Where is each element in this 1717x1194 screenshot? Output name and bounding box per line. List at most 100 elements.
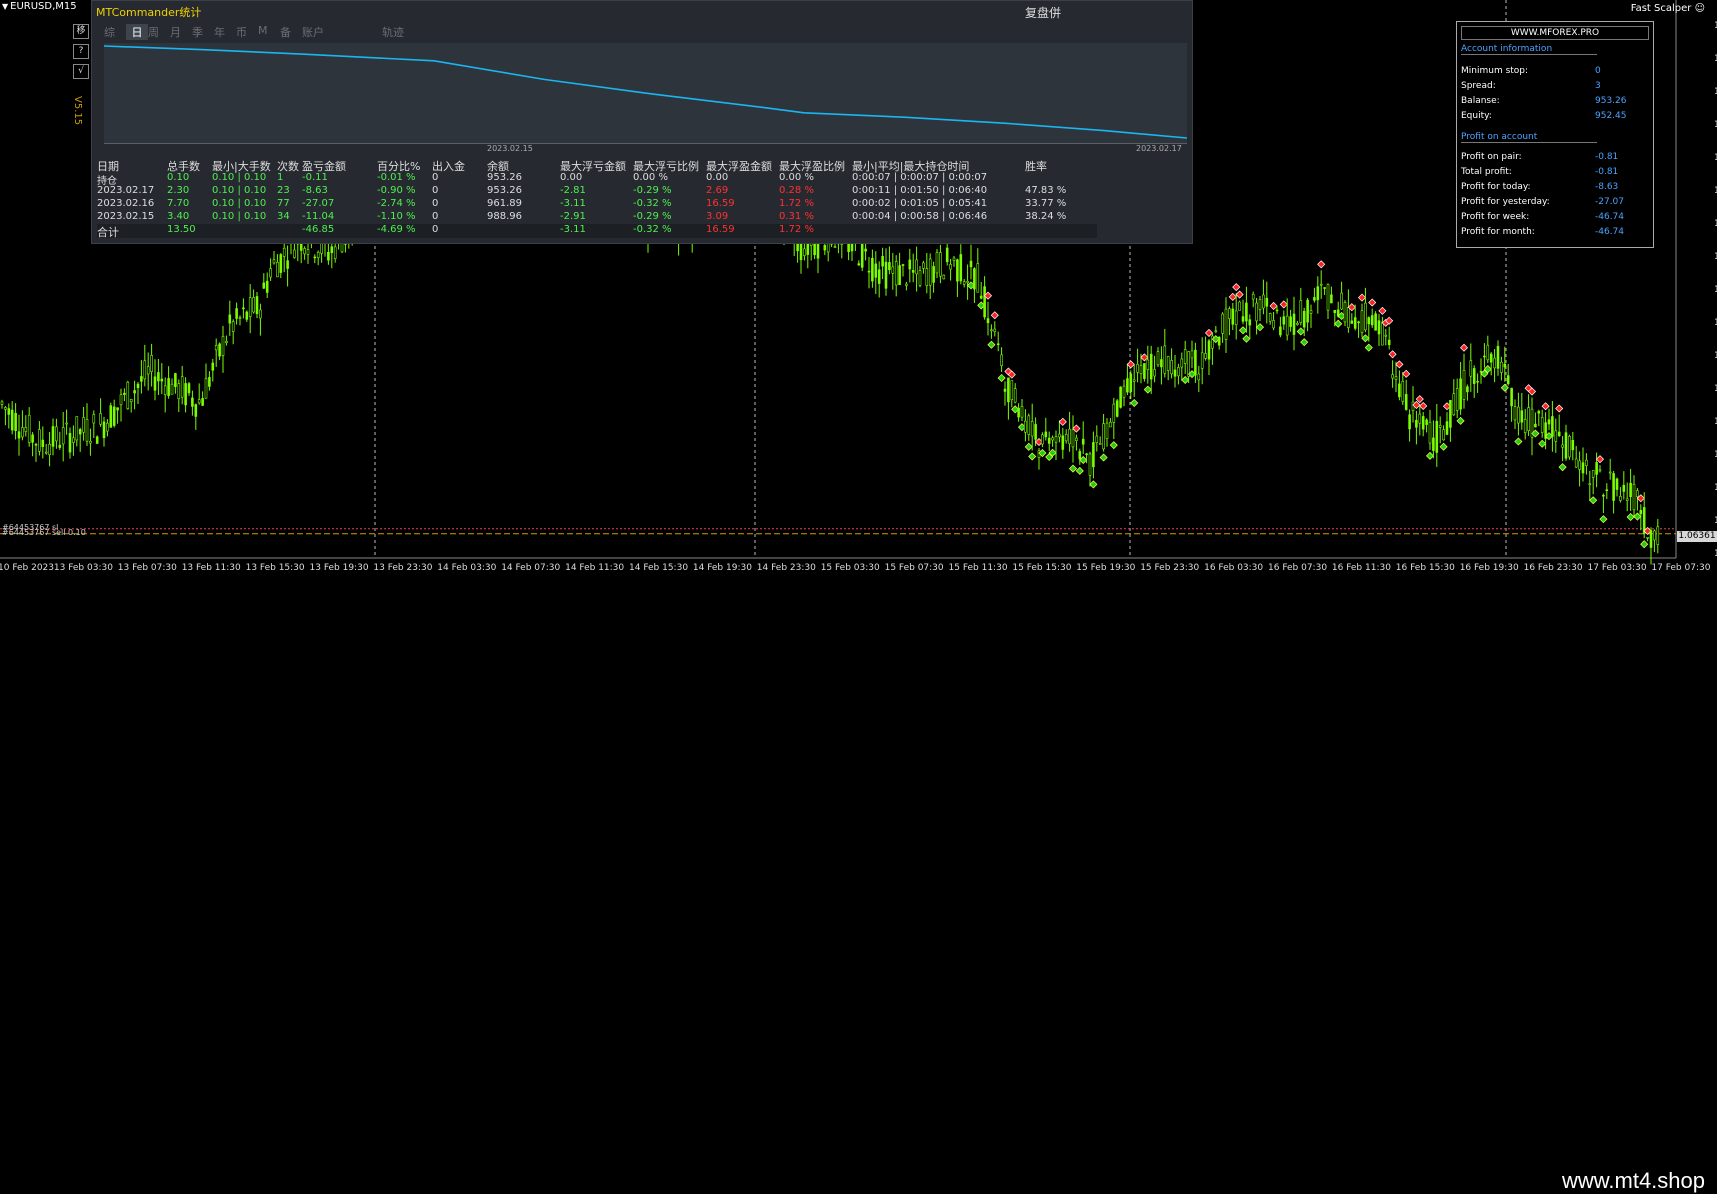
sell-arrow-marker xyxy=(1402,369,1411,378)
candle xyxy=(99,398,102,427)
candle xyxy=(269,258,272,281)
stats-cell: 0:00:02 | 0:01:05 | 0:05:41 xyxy=(852,198,988,209)
version-label: V5.15 xyxy=(72,96,83,126)
buy-arrow-marker xyxy=(1238,326,1248,335)
profit-value: -46.74 xyxy=(1595,212,1625,222)
sell-arrow-marker xyxy=(1357,293,1367,302)
stats-cell: 0.00 % xyxy=(779,172,814,183)
stats-cell: 47.83 % xyxy=(1025,185,1067,196)
candle xyxy=(925,252,929,294)
stats-cell: 988.96 xyxy=(487,211,522,222)
candle xyxy=(1574,446,1578,469)
profit-value: -8.63 xyxy=(1595,182,1619,192)
candle xyxy=(1326,283,1330,319)
move-button[interactable]: 移 xyxy=(73,24,89,39)
tab-10[interactable]: 轨迹 xyxy=(382,24,404,40)
dropdown-triangle-icon[interactable]: ▼ xyxy=(2,2,8,11)
profit-key: Total profit: xyxy=(1461,167,1512,177)
time-tick: 16 Feb 07:30 xyxy=(1268,563,1328,573)
replay-button[interactable]: 复盘併 xyxy=(1025,4,1061,21)
candle xyxy=(1296,320,1299,326)
candle xyxy=(1496,340,1500,376)
candle xyxy=(1568,434,1571,460)
equity-line xyxy=(103,45,1188,139)
stats-row: 2023.02.17 2.30 0.10 | 0.10 23 -8.63 -0.90 % 0… xyxy=(97,185,1097,199)
candle xyxy=(891,252,895,290)
buy-arrow-marker xyxy=(1255,323,1265,332)
symbol-label: ▼ EURUSD,M15 xyxy=(2,1,77,12)
time-tick: 16 Feb 23:30 xyxy=(1523,563,1583,573)
profit-row: Profit for week: -46.74 xyxy=(1461,212,1647,224)
buy-arrow-marker xyxy=(1028,452,1037,461)
stats-cell: 2023.02.15 xyxy=(97,211,155,222)
tab-8[interactable]: 备 xyxy=(280,24,302,40)
stats-cell: -27.07 xyxy=(302,198,335,209)
sell-arrow-marker xyxy=(1279,300,1288,309)
candle xyxy=(58,431,62,450)
candle xyxy=(1605,483,1609,500)
candle xyxy=(174,372,177,394)
buy-arrow-marker xyxy=(1075,466,1084,475)
stats-cell: 2023.02.17 xyxy=(97,185,155,196)
candle xyxy=(1255,297,1258,335)
candle xyxy=(1374,311,1377,331)
ea-name-label: Fast Scalper ☺ xyxy=(1631,3,1705,14)
profit-row: Profit for yesterday: -27.07 xyxy=(1461,197,1647,209)
candle xyxy=(10,401,14,435)
candle xyxy=(918,265,922,288)
candle xyxy=(92,410,96,439)
profit-row: Profit for today: -8.63 xyxy=(1461,182,1647,194)
time-tick: 14 Feb 11:30 xyxy=(565,563,625,573)
candle xyxy=(996,331,1000,352)
stats-cell: -0.01 % xyxy=(377,172,416,183)
tab-6[interactable]: 币 xyxy=(236,24,258,40)
candle xyxy=(153,359,157,401)
candle xyxy=(1330,286,1333,304)
candle xyxy=(78,427,82,452)
candle xyxy=(1265,281,1269,324)
candle xyxy=(221,325,225,373)
tab-7[interactable]: M xyxy=(258,24,280,40)
time-tick: 15 Feb 11:30 xyxy=(948,563,1008,573)
tab-3[interactable]: 月 xyxy=(170,24,192,40)
candle xyxy=(871,249,874,288)
mtcommander-panel[interactable]: MTCommander统计 复盘併 综日周月季年币 M 备账户 轨迹 2023.02.… xyxy=(91,0,1193,244)
candle xyxy=(1058,420,1061,443)
candle xyxy=(1589,470,1598,505)
candle xyxy=(306,240,310,264)
time-tick: 17 Feb 03:30 xyxy=(1587,563,1647,573)
tab-9[interactable]: 账户 xyxy=(302,24,382,40)
buy-arrow-marker xyxy=(1296,327,1305,336)
tab-4[interactable]: 季 xyxy=(192,24,214,40)
candle xyxy=(51,418,55,456)
tab-0[interactable]: 综 xyxy=(104,24,126,40)
candle xyxy=(1177,363,1180,385)
candle xyxy=(956,258,959,298)
candle xyxy=(860,240,864,272)
candle xyxy=(983,276,986,320)
stats-row: 合计 13.50 -46.85 -4.69 % 0 -3.11 -0.32 % 16.59 1.… xyxy=(97,224,1097,239)
tab-1[interactable]: 日 xyxy=(126,24,148,40)
stats-cell: -0.32 % xyxy=(633,198,672,209)
candle xyxy=(1003,381,1007,406)
time-tick: 14 Feb 03:30 xyxy=(437,563,497,573)
profit-value: -0.81 xyxy=(1595,152,1619,162)
candle xyxy=(133,380,136,410)
confirm-button[interactable]: √ xyxy=(73,64,89,79)
candle xyxy=(1309,304,1313,328)
stats-cell: -8.63 xyxy=(302,185,328,196)
candle xyxy=(959,244,963,285)
candle xyxy=(48,432,51,467)
candle xyxy=(1098,436,1102,445)
time-tick: 13 Feb 15:30 xyxy=(245,563,305,573)
buy-arrow-marker xyxy=(1068,464,1078,473)
tab-5[interactable]: 年 xyxy=(214,24,236,40)
time-tick: 10 Feb 2023 xyxy=(0,563,55,573)
help-button[interactable]: ? xyxy=(73,44,89,59)
candle xyxy=(1469,343,1473,392)
profit-value: -27.07 xyxy=(1595,197,1625,207)
tab-2[interactable]: 周 xyxy=(148,24,170,40)
candle xyxy=(1653,529,1656,552)
candle xyxy=(68,427,72,459)
profit-key: Profit for week: xyxy=(1461,212,1530,222)
